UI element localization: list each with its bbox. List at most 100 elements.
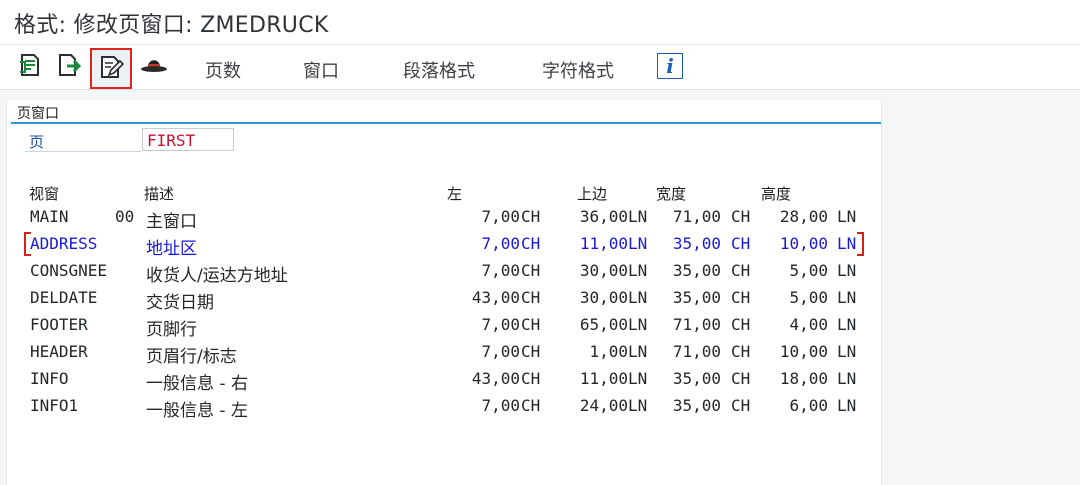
application-toolbar: 页数 窗口 段落格式 字符格式 i [0, 45, 1080, 90]
height-value: 18,00 [779, 369, 828, 388]
width-value: 71,00 [672, 342, 721, 361]
window-name: ADDRESS [30, 234, 98, 253]
top-value: 11,00 [579, 234, 628, 253]
width-unit: CH [731, 315, 751, 334]
height-value: 10,00 [779, 342, 828, 361]
height-value: 5,00 [789, 261, 828, 280]
width-unit: CH [731, 342, 751, 361]
window-name: CONSGNEE [30, 261, 108, 280]
left-unit: CH [521, 234, 541, 253]
window-description: 页脚行 [146, 320, 197, 340]
table-row[interactable]: CONSGNEE 收货人/运达方地址 7,00 CH 30,00 LN 35,0… [7, 261, 881, 286]
left-unit: CH [521, 369, 541, 388]
height-value: 28,00 [779, 207, 828, 226]
left-value: 7,00 [481, 315, 520, 334]
page-field[interactable]: FIRST [142, 128, 234, 151]
header-left: 左 [447, 185, 463, 203]
top-value: 24,00 [579, 396, 628, 415]
selection-bracket-right [857, 232, 864, 256]
left-value: 43,00 [471, 369, 520, 388]
window-description: 一般信息 - 右 [146, 374, 248, 394]
window-name: INFO [30, 369, 69, 388]
header-top: 上边 [577, 185, 608, 203]
top-unit: LN [628, 369, 648, 388]
left-value: 7,00 [481, 396, 520, 415]
window-name: DELDATE [30, 288, 98, 307]
table-row[interactable]: MAIN 00 主窗口 7,00 CH 36,00 LN 71,00 CH 28… [7, 207, 881, 232]
header-description: 描述 [144, 185, 175, 203]
menu-pages[interactable]: 页数 [205, 57, 241, 83]
height-value: 4,00 [789, 315, 828, 334]
height-unit: LN [837, 207, 857, 226]
width-unit: CH [731, 234, 751, 253]
page-label: 页 [29, 133, 45, 151]
width-value: 35,00 [672, 261, 721, 280]
window-name: INFO1 [30, 396, 79, 415]
window-name: MAIN [30, 207, 69, 226]
table-row[interactable]: INFO1 一般信息 - 左 7,00 CH 24,00 LN 35,00 CH… [7, 396, 881, 421]
header-width: 宽度 [656, 185, 687, 203]
window-description: 交货日期 [146, 293, 214, 313]
height-value: 10,00 [779, 234, 828, 253]
page-label-underline [25, 151, 141, 152]
width-value: 35,00 [672, 234, 721, 253]
menu-character-formats[interactable]: 字符格式 [542, 57, 614, 83]
hat-button[interactable] [136, 49, 172, 85]
menu-paragraph-formats[interactable]: 段落格式 [403, 57, 475, 83]
height-unit: LN [837, 261, 857, 280]
document-list-icon [17, 52, 43, 82]
width-unit: CH [731, 396, 751, 415]
window-name: HEADER [30, 342, 88, 361]
window-description: 主窗口 [146, 212, 197, 232]
window-title: 格式: 修改页窗口: ZMEDRUCK [14, 13, 329, 38]
left-unit: CH [521, 315, 541, 334]
height-unit: LN [837, 369, 857, 388]
left-unit: CH [521, 261, 541, 280]
top-value: 11,00 [579, 369, 628, 388]
table-row[interactable]: INFO 一般信息 - 右 43,00 CH 11,00 LN 35,00 CH… [7, 369, 881, 394]
document-list-button[interactable] [12, 49, 48, 85]
window-code: 00 [115, 207, 135, 226]
content-area: 页窗口 页 FIRST 视窗 描述 左 上边 宽度 高度 MAIN 00 主窗口… [0, 90, 1080, 485]
edit-document-button[interactable] [90, 48, 132, 89]
export-document-button[interactable] [50, 49, 86, 85]
width-value: 35,00 [672, 396, 721, 415]
table-row-selected[interactable]: ADDRESS 地址区 7,00 CH 11,00 LN 35,00 CH 10… [7, 232, 881, 259]
left-unit: CH [521, 396, 541, 415]
top-unit: LN [628, 315, 648, 334]
height-unit: LN [837, 315, 857, 334]
width-unit: CH [731, 288, 751, 307]
height-unit: LN [837, 342, 857, 361]
top-unit: LN [628, 234, 648, 253]
top-unit: LN [628, 288, 648, 307]
table-row[interactable]: FOOTER 页脚行 7,00 CH 65,00 LN 71,00 CH 4,0… [7, 315, 881, 340]
top-value: 65,00 [579, 315, 628, 334]
width-unit: CH [731, 207, 751, 226]
title-bar: 格式: 修改页窗口: ZMEDRUCK [0, 0, 1080, 45]
window-description: 一般信息 - 左 [146, 401, 248, 421]
window-description: 地址区 [146, 239, 197, 259]
table-row[interactable]: DELDATE 交货日期 43,00 CH 30,00 LN 35,00 CH … [7, 288, 881, 313]
width-value: 71,00 [672, 315, 721, 334]
width-unit: CH [731, 369, 751, 388]
info-icon: i [666, 54, 674, 78]
height-value: 6,00 [789, 396, 828, 415]
edit-document-icon [98, 54, 125, 84]
top-value: 1,00 [589, 342, 628, 361]
export-document-icon [55, 52, 82, 82]
table-row[interactable]: HEADER 页眉行/标志 7,00 CH 1,00 LN 71,00 CH 1… [7, 342, 881, 367]
window-description: 收货人/运达方地址 [146, 266, 288, 286]
group-title: 页窗口 [17, 106, 59, 122]
menu-windows[interactable]: 窗口 [303, 57, 339, 83]
header-height: 高度 [761, 185, 792, 203]
left-value: 7,00 [481, 342, 520, 361]
left-value: 7,00 [481, 261, 520, 280]
left-value: 43,00 [471, 288, 520, 307]
width-value: 35,00 [672, 369, 721, 388]
top-unit: LN [628, 207, 648, 226]
header-window: 视窗 [29, 185, 60, 203]
top-unit: LN [628, 396, 648, 415]
left-value: 7,00 [481, 207, 520, 226]
height-unit: LN [837, 288, 857, 307]
info-button[interactable]: i [657, 53, 683, 79]
